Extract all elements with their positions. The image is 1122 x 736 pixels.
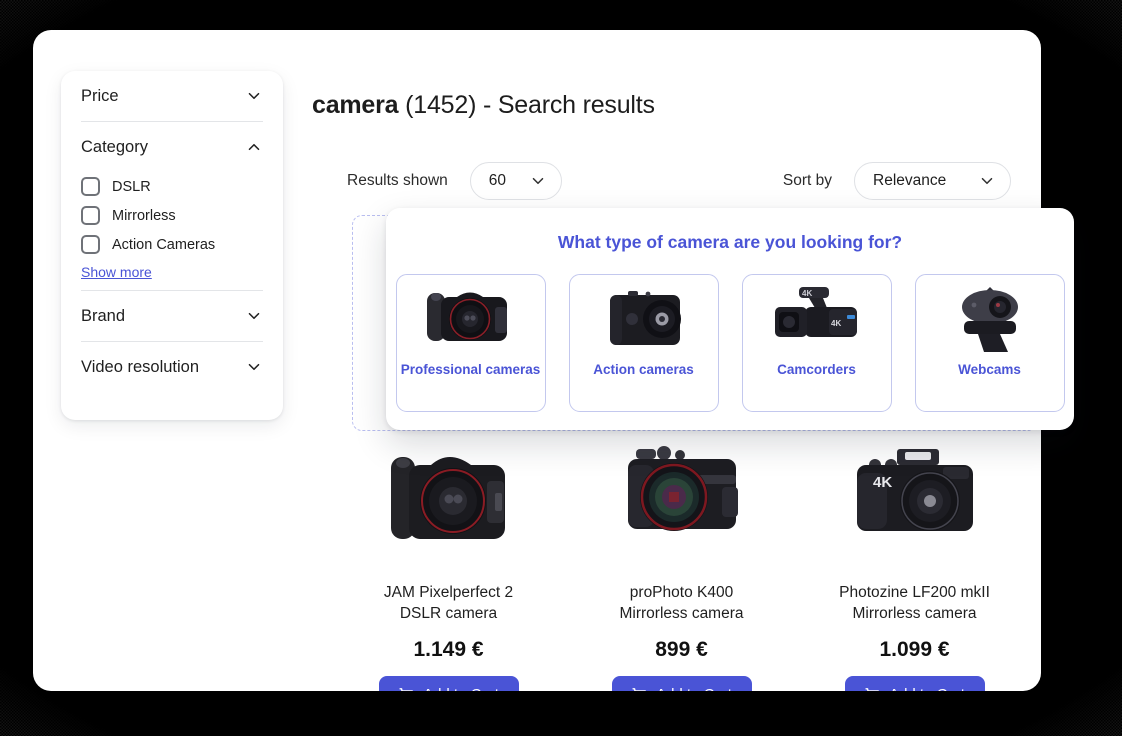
product-name-line1: JAM Pixelperfect 2 — [383, 584, 514, 601]
show-more-link[interactable]: Show more — [81, 264, 152, 280]
product-image — [332, 430, 565, 560]
filter-header-price[interactable]: Price — [81, 71, 263, 121]
product-name: JAM Pixelperfect 2 DSLR camera — [332, 582, 565, 624]
chevron-down-icon[interactable] — [245, 307, 263, 325]
product-price: 1.149 € — [413, 638, 484, 661]
filter-option-dslr[interactable]: DSLR — [81, 172, 263, 201]
page-title-suffix: - Search results — [482, 90, 655, 119]
filter-option-label: Action Cameras — [112, 236, 216, 253]
filter-option-label: DSLR — [112, 178, 151, 195]
camera-type-tiles: Professional cameras Action cameras 4K 4… — [386, 274, 1074, 412]
filter-group-brand: Brand — [61, 291, 283, 341]
page-title-query: camera — [312, 90, 399, 119]
cart-icon — [865, 687, 879, 691]
svg-text:4K: 4K — [831, 319, 841, 328]
add-to-cart-label: Add to Cart — [889, 686, 965, 692]
svg-text:4K: 4K — [802, 289, 812, 298]
product-grid: JAM Pixelperfect 2 DSLR camera 1.149 € A… — [332, 430, 1031, 691]
product-name-line2: Mirrorless camera — [852, 605, 977, 622]
product-image — [565, 430, 798, 560]
checkbox-icon[interactable] — [81, 177, 100, 196]
sort-by-value: Relevance — [873, 172, 947, 189]
page-title: camera (1452) - Search results — [312, 91, 655, 120]
filter-header-brand[interactable]: Brand — [81, 291, 263, 341]
product-name-line2: Mirrorless camera — [619, 605, 744, 622]
product-name-line1: proPhoto K400 — [629, 584, 734, 601]
product-name: Photozine LF200 mkII Mirrorless camera — [798, 582, 1031, 624]
add-to-cart-button[interactable]: Add to Cart — [611, 676, 752, 692]
mirrorless-camera-photo — [627, 446, 738, 531]
camera-type-tile-label: Webcams — [958, 362, 1021, 377]
sort-by-label: Sort by — [782, 172, 832, 189]
results-shown-select[interactable]: 60 — [469, 162, 562, 200]
camera-type-tile-professional[interactable]: Professional cameras — [395, 274, 546, 412]
filter-title-brand: Brand — [81, 306, 126, 325]
filter-header-video-resolution[interactable]: Video resolution — [81, 342, 263, 392]
camera-type-tile-camcorders[interactable]: 4K 4K Camcorders — [741, 274, 892, 412]
add-to-cart-label: Add to Cart — [656, 686, 732, 692]
camera-type-tile-webcams[interactable]: Webcams — [914, 274, 1065, 412]
filter-option-action-cameras[interactable]: Action Cameras — [81, 230, 263, 259]
product-card[interactable]: 4K Photozine LF200 mkII Mirrorless camer… — [798, 430, 1031, 691]
action-camera-icon — [570, 275, 718, 363]
filter-title-video-resolution: Video resolution — [81, 357, 200, 376]
product-image: 4K — [798, 430, 1031, 560]
filter-group-category: Category DSLR Mirrorless Action Cameras … — [61, 122, 283, 290]
camera-type-modal: What type of camera are you looking for? — [386, 208, 1074, 430]
filters-sidebar: Price Category DSLR Mirrorless Action Ca… — [61, 71, 283, 420]
product-card[interactable]: JAM Pixelperfect 2 DSLR camera 1.149 € A… — [332, 430, 565, 691]
product-name-line2: DSLR camera — [399, 605, 498, 622]
cart-icon — [399, 687, 413, 691]
filter-group-video-resolution: Video resolution — [61, 342, 283, 392]
filter-option-mirrorless[interactable]: Mirrorless — [81, 201, 263, 230]
modal-title: What type of camera are you looking for? — [557, 232, 903, 252]
sort-by-group: Sort by Relevance — [783, 160, 1011, 202]
compact-4k-camera-photo: 4K — [856, 449, 973, 531]
product-name: proPhoto K400 Mirrorless camera — [565, 582, 798, 624]
filter-group-price: Price — [61, 71, 283, 121]
camera-type-tile-label: Camcorders — [777, 362, 856, 377]
results-toolbar: Results shown 60 Sort by Relevance — [312, 160, 1011, 202]
product-price: 899 € — [655, 638, 708, 661]
results-shown-label: Results shown — [347, 172, 448, 189]
filter-title-price: Price — [81, 86, 119, 105]
filter-option-label: Mirrorless — [112, 207, 176, 224]
add-to-cart-label: Add to Cart — [423, 686, 499, 692]
camera-type-tile-label: Professional cameras — [400, 362, 541, 377]
cart-icon — [632, 687, 646, 691]
checkbox-icon[interactable] — [81, 235, 100, 254]
chevron-down-icon[interactable] — [529, 172, 547, 190]
add-to-cart-button[interactable]: Add to Cart — [844, 676, 985, 692]
chevron-down-icon[interactable] — [245, 87, 263, 105]
camcorder-icon: 4K 4K — [743, 275, 891, 363]
chevron-up-icon[interactable] — [245, 138, 263, 156]
results-shown-group: Results shown 60 — [347, 160, 562, 202]
product-price: 1.099 € — [879, 638, 950, 661]
svg-text:4K: 4K — [873, 474, 892, 491]
chevron-down-icon[interactable] — [245, 358, 263, 376]
sort-by-select[interactable]: Relevance — [854, 162, 1011, 200]
filter-header-category[interactable]: Category — [81, 122, 263, 172]
results-shown-value: 60 — [488, 172, 507, 189]
checkbox-icon[interactable] — [81, 206, 100, 225]
camera-type-tile-action[interactable]: Action cameras — [568, 274, 719, 412]
dslr-camera-icon — [397, 275, 545, 363]
webcam-icon — [916, 275, 1064, 363]
product-name-line1: Photozine LF200 mkII — [839, 584, 990, 601]
product-card[interactable]: proPhoto K400 Mirrorless camera 899 € Ad… — [565, 430, 798, 691]
add-to-cart-button[interactable]: Add to Cart — [378, 676, 519, 692]
dslr-camera-photo — [390, 457, 505, 539]
filter-title-category: Category — [81, 137, 148, 156]
page-title-count: (1452) — [405, 90, 477, 119]
chevron-down-icon[interactable] — [978, 172, 996, 190]
camera-type-tile-label: Action cameras — [593, 362, 694, 377]
